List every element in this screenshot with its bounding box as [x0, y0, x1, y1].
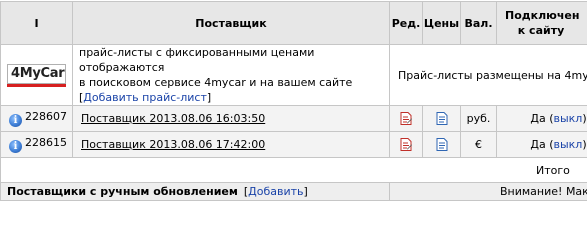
total-cell: Итого: [0, 157, 587, 183]
column-header-connected: Подключен к сайту: [496, 1, 587, 45]
edit-cell: [389, 105, 423, 132]
edit-cell: [389, 131, 423, 158]
connected-cell: Да (выкл): [496, 105, 587, 132]
price-list-icon[interactable]: [436, 111, 448, 125]
4mycar-logo-text: 4MyCar: [11, 65, 65, 81]
info-icon[interactable]: i: [9, 140, 22, 153]
price-list-icon[interactable]: [436, 137, 448, 151]
column-header-currency: Вал.: [460, 1, 497, 45]
table-row: i 228615 Поставщик 2013.08.06 17:42:00 €…: [0, 131, 587, 158]
add-supplier-link[interactable]: Добавить: [248, 185, 303, 198]
table-row: i 228607 Поставщик 2013.08.06 16:03:50 р…: [0, 105, 587, 132]
supplier-name-link[interactable]: Поставщик 2013.08.06 17:42:00: [72, 131, 390, 158]
prices-cell: [422, 131, 461, 158]
column-header-edit: Ред.: [389, 1, 423, 45]
connected-status: Да: [530, 138, 546, 151]
4mycar-logo-underline: [7, 83, 66, 87]
promo-line-2: в поисковом сервисе 4mycar и на вашем са…: [79, 76, 353, 89]
promo-logo-cell: 4MyCar: [0, 44, 73, 106]
bracket-close: ]: [206, 91, 212, 104]
add-price-list-link[interactable]: Добавить прайс-лист: [83, 91, 207, 104]
supplier-id-cell: i 228607: [0, 105, 73, 132]
connected-cell: Да (выкл): [496, 131, 587, 158]
total-label: Итого: [536, 163, 570, 177]
manual-section-title-cell: Поставщики с ручным обновлением [Добавить…: [0, 182, 390, 201]
supplier-name-link[interactable]: Поставщик 2013.08.06 16:03:50: [72, 105, 390, 132]
promo-description: прайс-листы с фиксированными ценами отоб…: [72, 44, 390, 106]
supplier-id: 228615: [25, 136, 67, 149]
currency-cell: руб.: [460, 105, 497, 132]
manual-section-row: Поставщики с ручным обновлением [Добавить…: [0, 182, 587, 201]
bracket-close: ]: [303, 185, 308, 198]
currency-cell: €: [460, 131, 497, 158]
info-icon[interactable]: i: [9, 114, 22, 127]
table-header-row: I Поставщик Ред. Цены Вал. Подключен к с…: [0, 1, 587, 45]
promo-row: 4MyCar прайс-листы с фиксированными цена…: [0, 44, 587, 106]
supplier-id-cell: i 228615: [0, 131, 73, 158]
column-header-supplier: Поставщик: [72, 1, 390, 45]
promo-line-1: прайс-листы с фиксированными ценами отоб…: [79, 46, 315, 74]
disable-link[interactable]: выкл: [554, 112, 583, 125]
total-row: Итого: [0, 157, 587, 183]
manual-section-title: Поставщики с ручным обновлением: [7, 185, 238, 198]
prices-cell: [422, 105, 461, 132]
connected-status: Да: [530, 112, 546, 125]
4mycar-logo: 4MyCar: [7, 63, 66, 84]
supplier-id: 228607: [25, 110, 67, 123]
manual-add-wrapper: [Добавить]: [244, 185, 308, 198]
disable-link[interactable]: выкл: [554, 138, 583, 151]
promo-add-line: [Добавить прайс-лист]: [79, 90, 389, 105]
manual-notice-cell: Внимание! Макс: [389, 182, 587, 201]
edit-document-icon[interactable]: [400, 111, 412, 125]
suppliers-panel: I Поставщик Ред. Цены Вал. Подключен к с…: [0, 0, 587, 201]
toggle-close-paren: ): [582, 112, 587, 125]
column-header-id: I: [0, 1, 73, 45]
promo-status-text: Прайс-листы размещены на 4mycar: [389, 44, 587, 106]
toggle-close-paren: ): [582, 138, 587, 151]
edit-document-icon[interactable]: [400, 137, 412, 151]
column-header-prices: Цены: [422, 1, 461, 45]
suppliers-table: I Поставщик Ред. Цены Вал. Подключен к с…: [0, 1, 587, 201]
column-header-connected-label: Подключен к сайту: [505, 9, 580, 37]
manual-notice: Внимание! Макс: [500, 185, 587, 198]
